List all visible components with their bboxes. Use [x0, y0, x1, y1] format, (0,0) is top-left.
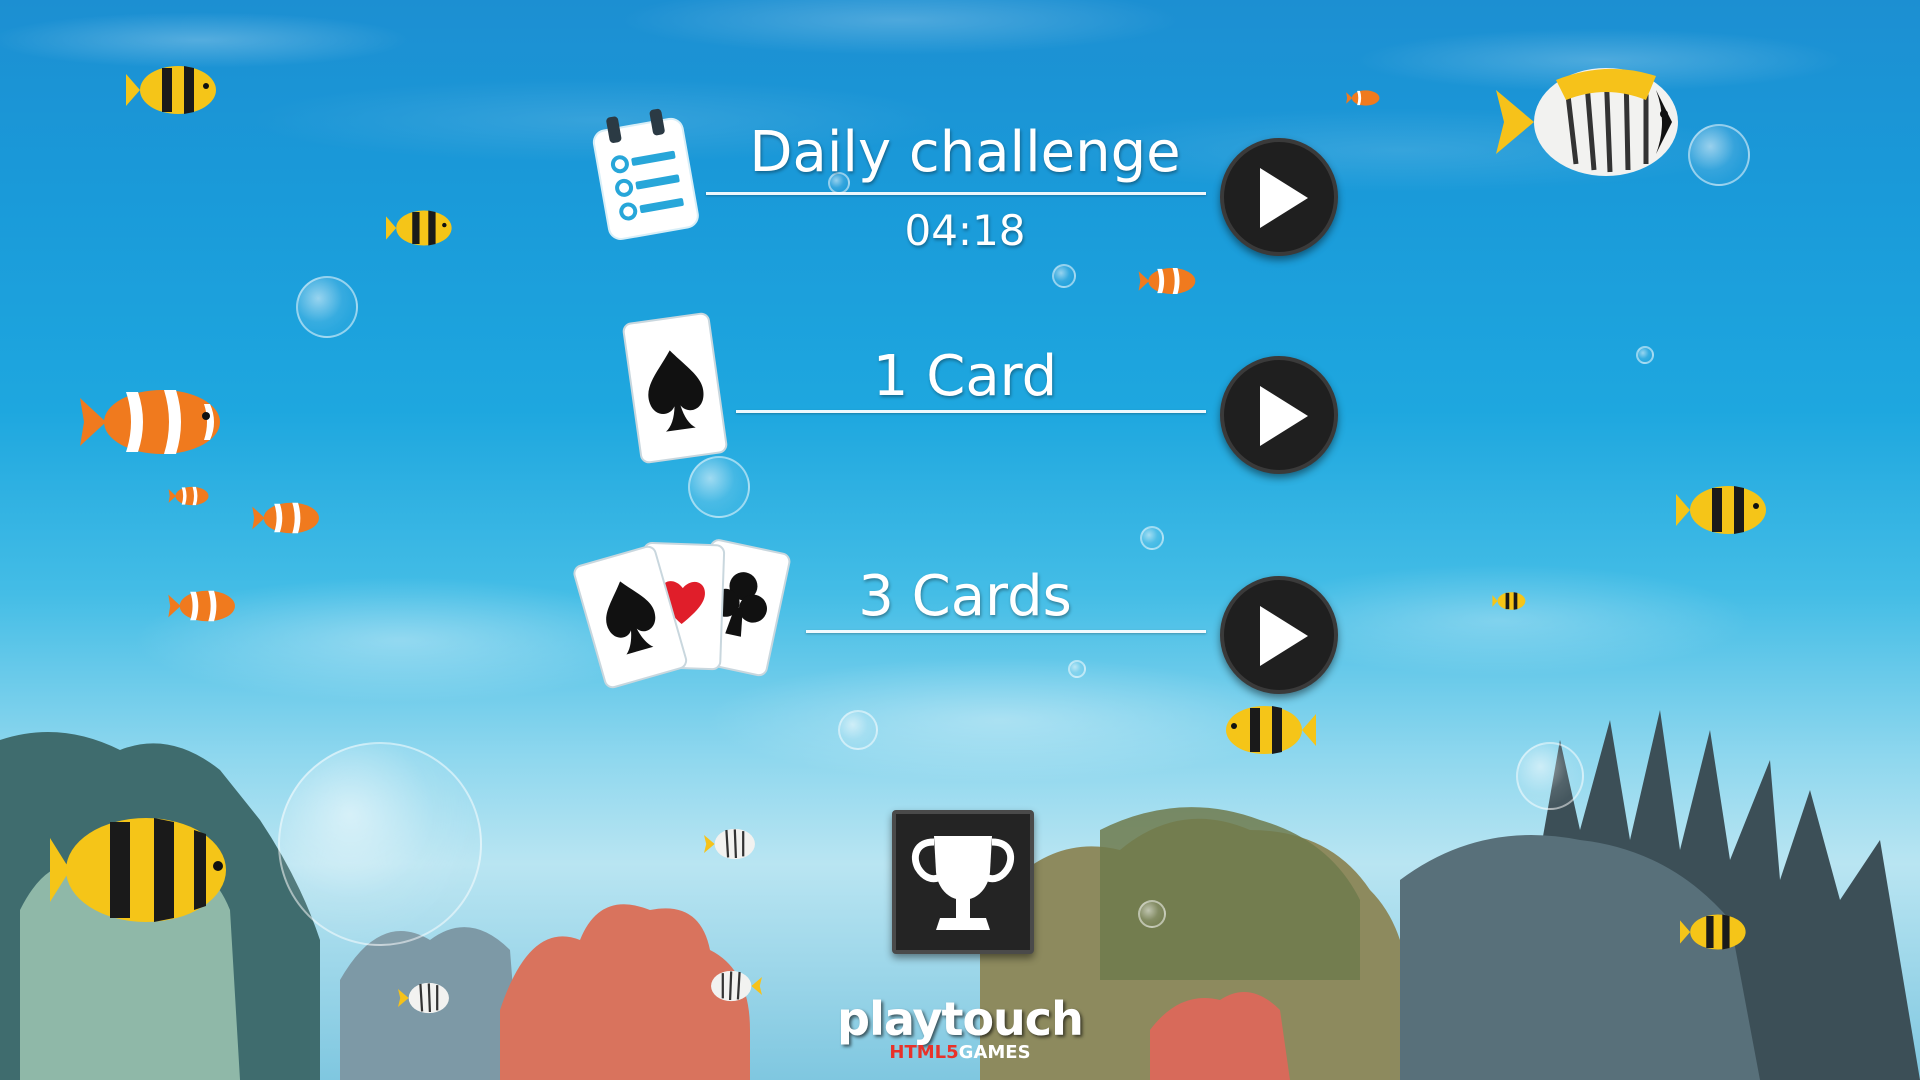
trophy-button[interactable]: [892, 810, 1034, 954]
one-card-play-button[interactable]: [1220, 356, 1338, 474]
bubble: [838, 710, 878, 750]
play-icon: [1260, 168, 1308, 228]
yellow-striped-fish: [386, 210, 452, 246]
bubble: [1516, 742, 1584, 810]
yellow-striped-fish: [1492, 592, 1526, 610]
logo-html5-text: HTML5: [889, 1042, 959, 1063]
bubble: [296, 276, 358, 338]
trophy-icon: [911, 836, 1015, 930]
clownfish: [1138, 268, 1196, 294]
menu-row-1-card: 1 Card: [580, 312, 1340, 474]
clownfish: [168, 486, 209, 506]
menu-row-3-cards: 3 Cards: [573, 539, 1340, 694]
row-divider: [806, 630, 1206, 633]
bubble: [1140, 526, 1164, 550]
butterflyfish: [1496, 68, 1678, 176]
clownfish: [252, 502, 319, 534]
one-card-title: 1 Card: [872, 344, 1058, 409]
clownfish: [80, 390, 220, 454]
playtouch-logo: playtouch HTML5GAMES: [820, 996, 1100, 1062]
bubble: [278, 742, 482, 946]
menu-row-daily-challenge: Daily challenge 04:18: [580, 108, 1340, 256]
bubble: [1138, 900, 1166, 928]
bubble: [1688, 124, 1750, 186]
three-cards-play-button[interactable]: [1220, 576, 1338, 694]
three-cards-title: 3 Cards: [858, 564, 1072, 629]
daily-challenge-timer: 04:18: [904, 206, 1026, 255]
yellow-striped-fish: [126, 66, 216, 114]
checklist-calendar-icon: [590, 104, 700, 246]
daily-challenge-play-button[interactable]: [1220, 138, 1338, 256]
logo-sub-text: HTML5GAMES: [820, 1044, 1100, 1062]
row-divider: [706, 192, 1206, 195]
butterflyfish: [711, 970, 762, 1002]
yellow-striped-fish: [50, 818, 226, 922]
bubble: [1052, 264, 1076, 288]
yellow-striped-fish: [1226, 706, 1316, 754]
row-divider: [736, 410, 1206, 413]
play-icon: [1260, 606, 1308, 666]
butterflyfish: [398, 982, 449, 1014]
play-icon: [1260, 386, 1308, 446]
clownfish: [168, 590, 235, 622]
butterflyfish: [704, 828, 755, 860]
bubble: [1636, 346, 1654, 364]
yellow-striped-fish: [1680, 914, 1746, 950]
logo-games-text: GAMES: [958, 1042, 1031, 1063]
daily-challenge-title: Daily challenge: [749, 120, 1181, 185]
clownfish: [1346, 90, 1380, 106]
yellow-striped-fish: [1676, 486, 1766, 534]
logo-main-text: playtouch: [837, 992, 1084, 1046]
